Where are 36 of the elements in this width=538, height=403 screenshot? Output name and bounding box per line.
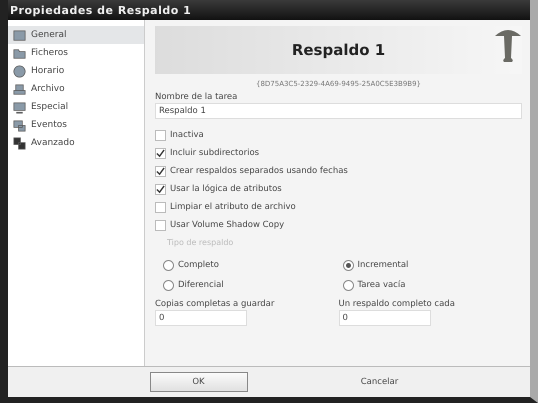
checkbox[interactable] xyxy=(155,202,166,212)
checkbox-label[interactable]: Incluir subdirectorios xyxy=(170,148,260,158)
window-title: Propiedades de Respaldo 1 xyxy=(10,4,192,16)
monitor-icon xyxy=(12,100,27,114)
sidebar-item[interactable]: General xyxy=(8,26,144,44)
input-field[interactable]: 0 xyxy=(338,310,430,326)
field-label: Copias completas a guardar xyxy=(155,299,276,309)
field-label: Nombre de la tarea xyxy=(155,92,238,102)
checkbox[interactable] xyxy=(155,148,166,158)
input-field[interactable]: 0 xyxy=(155,310,247,326)
field-label: Un respaldo completo cada xyxy=(338,299,456,309)
cancel-button[interactable]: Cancelar xyxy=(330,372,428,392)
windows-icon xyxy=(12,118,27,132)
checkbox[interactable] xyxy=(155,130,166,140)
sidebar-item[interactable]: Especial xyxy=(8,98,144,116)
group-label: Tipo de respaldo xyxy=(167,238,234,247)
sidebar-item[interactable]: Ficheros xyxy=(8,44,144,62)
checkbox-label[interactable]: Inactiva xyxy=(170,130,204,140)
sidebar-item[interactable]: Horario xyxy=(8,62,144,80)
tray-icon xyxy=(12,82,27,96)
clock-icon xyxy=(12,64,27,78)
sidebar-item[interactable]: Archivo xyxy=(8,80,144,98)
checkbox[interactable] xyxy=(155,166,166,176)
page-icon xyxy=(12,28,27,42)
checkbox[interactable] xyxy=(155,220,166,230)
checkbox-label[interactable]: Crear respaldos separados usando fechas xyxy=(170,166,348,176)
sidebar-item[interactable]: Avanzado xyxy=(8,134,144,152)
task-title: Respaldo 1 xyxy=(292,41,386,59)
input-field[interactable]: Respaldo 1 xyxy=(155,103,522,119)
sidebar-item[interactable]: Eventos xyxy=(8,116,144,134)
checkbox[interactable] xyxy=(155,184,166,194)
squares-icon xyxy=(12,136,27,150)
checkbox-label[interactable]: Usar Volume Shadow Copy xyxy=(170,220,284,230)
checkbox-label[interactable]: Limpiar el atributo de archivo xyxy=(170,202,296,212)
ok-button[interactable]: OK xyxy=(150,372,248,392)
checkbox-label[interactable]: Usar la lógica de atributos xyxy=(170,184,282,194)
